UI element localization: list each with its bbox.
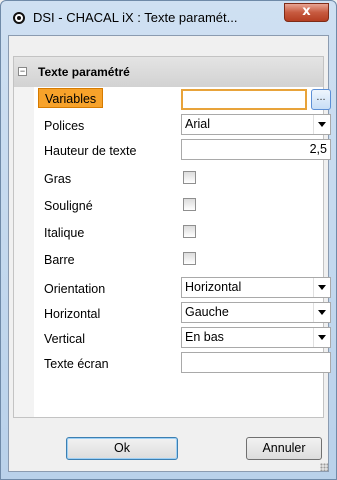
app-icon	[13, 12, 25, 24]
variables-browse-button[interactable]: ...	[311, 89, 331, 110]
ok-button[interactable]: Ok	[66, 437, 178, 460]
label-texte-ecran: Texte écran	[44, 357, 109, 371]
chevron-down-icon[interactable]	[313, 303, 330, 322]
gras-checkbox[interactable]	[183, 171, 196, 184]
chevron-down-icon[interactable]	[313, 328, 330, 347]
label-barre: Barre	[44, 253, 75, 267]
row-horizontal: Horizontal Gauche	[34, 301, 331, 325]
row-polices: Polices Arial	[34, 113, 331, 137]
chevron-down-icon[interactable]	[313, 115, 330, 134]
row-orientation: Orientation Horizontal	[34, 276, 331, 300]
row-hauteur: Hauteur de texte 2,5	[34, 138, 331, 162]
polices-value: Arial	[185, 117, 211, 131]
polices-select[interactable]: Arial	[181, 114, 331, 135]
label-vertical: Vertical	[44, 332, 85, 346]
texte-ecran-input[interactable]	[181, 352, 331, 373]
close-button[interactable]: x	[284, 3, 329, 22]
row-vertical: Vertical En bas	[34, 326, 331, 350]
property-grid: − Texte paramétré Variables ... Polices …	[13, 56, 331, 418]
label-polices: Polices	[44, 119, 85, 133]
row-italique: Italique	[34, 220, 323, 244]
horizontal-value: Gauche	[185, 305, 229, 319]
label-hauteur-de-texte: Hauteur de texte	[44, 144, 137, 158]
collapse-icon[interactable]: −	[18, 67, 27, 76]
italique-checkbox[interactable]	[183, 225, 196, 238]
grid-gutter	[14, 87, 34, 417]
variables-input[interactable]	[181, 89, 307, 110]
chevron-down-icon[interactable]	[313, 278, 330, 297]
label-italique: Italique	[44, 226, 85, 240]
dialog-window: DSI - CHACAL iX : Texte paramét... x − T…	[0, 0, 337, 480]
dialog-client-area: − Texte paramétré Variables ... Polices …	[8, 35, 331, 472]
barre-checkbox[interactable]	[183, 252, 196, 265]
vertical-value: En bas	[185, 330, 224, 344]
label-gras: Gras	[44, 172, 72, 186]
hauteur-input[interactable]: 2,5	[181, 139, 331, 160]
orientation-select[interactable]: Horizontal	[181, 277, 331, 298]
label-orientation: Orientation	[44, 282, 106, 296]
row-gras: Gras	[34, 166, 323, 190]
title-bar[interactable]: DSI - CHACAL iX : Texte paramét... x	[1, 1, 336, 35]
label-souligne: Souligné	[44, 199, 93, 213]
category-header[interactable]: − Texte paramétré	[14, 57, 323, 87]
category-label: Texte paramétré	[38, 65, 130, 79]
souligne-checkbox[interactable]	[183, 198, 196, 211]
label-horizontal: Horizontal	[44, 307, 101, 321]
label-variables[interactable]: Variables	[38, 88, 104, 108]
resize-grip-icon[interactable]	[320, 463, 328, 471]
row-texte-ecran: Texte écran	[34, 351, 331, 375]
cancel-button[interactable]: Annuler	[246, 437, 322, 460]
window-title: DSI - CHACAL iX : Texte paramét...	[33, 10, 238, 25]
horizontal-select[interactable]: Gauche	[181, 302, 331, 323]
row-barre: Barre	[34, 247, 323, 271]
row-souligne: Souligné	[34, 193, 323, 217]
row-variables: Variables ...	[34, 88, 331, 112]
orientation-value: Horizontal	[185, 280, 242, 294]
vertical-select[interactable]: En bas	[181, 327, 331, 348]
